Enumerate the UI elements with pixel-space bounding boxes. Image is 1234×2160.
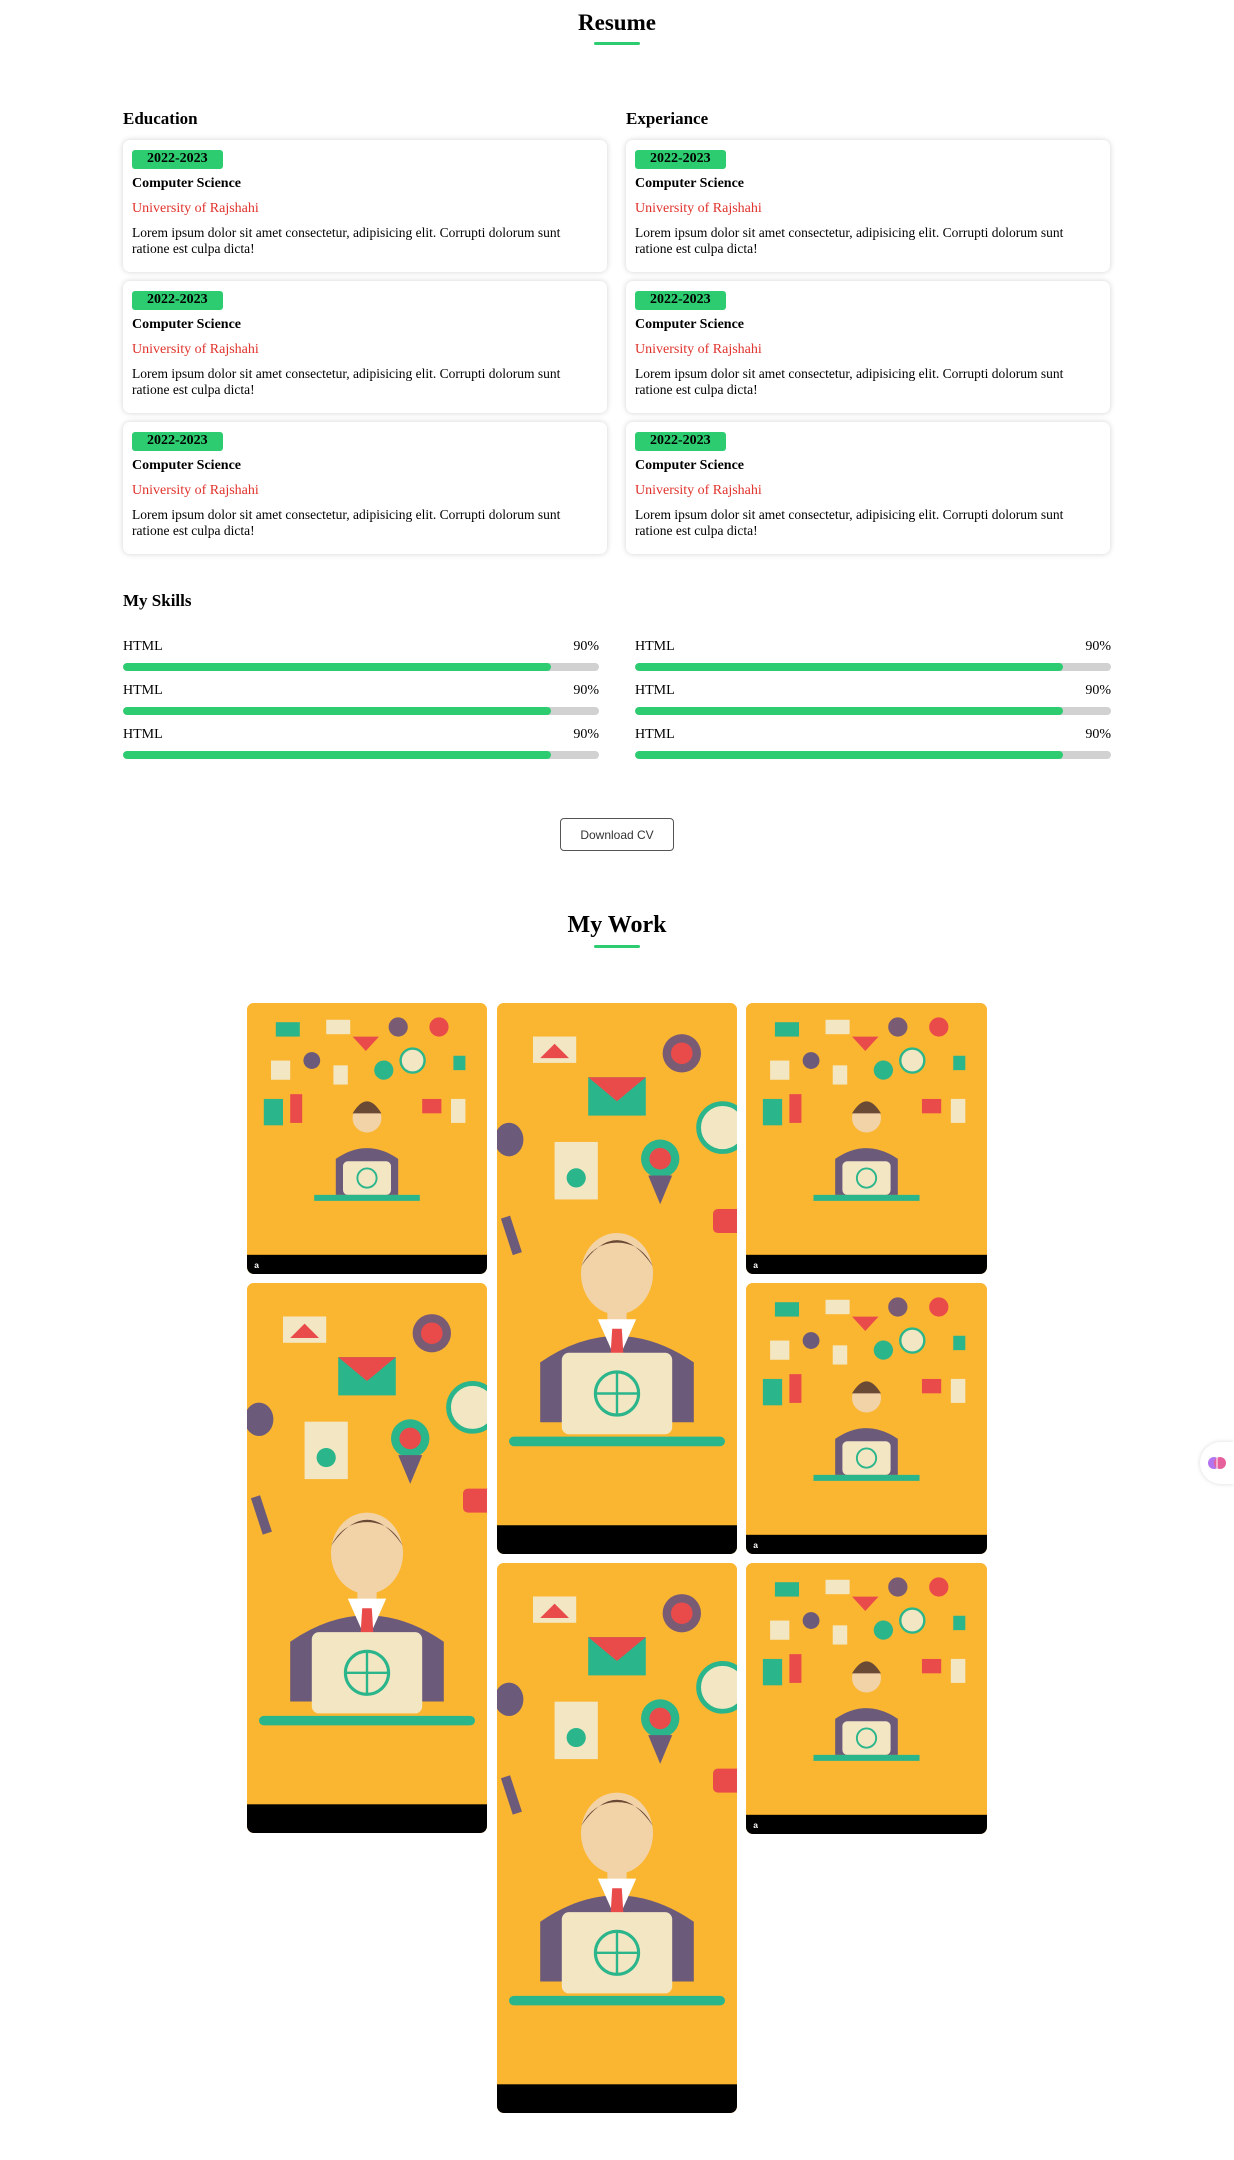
work-image[interactable] — [247, 1283, 487, 1833]
year-badge: 2022-2023 — [635, 150, 726, 169]
brain-icon — [1208, 1457, 1226, 1469]
skill-progress-fill — [635, 751, 1064, 759]
work-title: My Work — [567, 912, 667, 938]
skill-name: HTML — [123, 639, 163, 654]
work-image[interactable] — [497, 1563, 737, 2113]
education-card: 2022-2023 Computer Science University of… — [123, 422, 607, 554]
course-title: Computer Science — [635, 458, 744, 473]
skill-progress-fill — [123, 663, 552, 671]
businessman-illustration — [497, 1003, 737, 1554]
experience-card: 2022-2023 Computer Science University of… — [626, 281, 1110, 413]
skill-item: HTML 90% — [635, 639, 1111, 671]
skill-progress-track — [635, 707, 1111, 715]
resume-heading: Resume — [0, 10, 1234, 45]
skills-title: My Skills — [123, 591, 192, 610]
skill-percent: 90% — [1085, 727, 1111, 742]
skill-item: HTML 90% — [123, 727, 599, 759]
title-underline — [594, 945, 640, 948]
businessman-illustration — [746, 1283, 987, 1554]
university-name: University of Rajshahi — [635, 201, 762, 216]
course-title: Computer Science — [132, 317, 241, 332]
work-heading: My Work — [0, 912, 1234, 948]
skill-name: HTML — [123, 683, 163, 698]
skill-percent: 90% — [1085, 639, 1111, 654]
skill-percent: 90% — [573, 727, 599, 742]
experience-card: 2022-2023 Computer Science University of… — [626, 140, 1110, 272]
skill-name: HTML — [635, 683, 675, 698]
businessman-illustration — [746, 1563, 987, 1834]
download-cv-button[interactable]: Download CV — [560, 818, 674, 851]
resume-title: Resume — [578, 10, 656, 35]
university-name: University of Rajshahi — [132, 483, 259, 498]
card-description: Lorem ipsum dolor sit amet consectetur, … — [132, 225, 561, 256]
university-name: University of Rajshahi — [132, 201, 259, 216]
skill-item: HTML 90% — [635, 683, 1111, 715]
card-description: Lorem ipsum dolor sit amet consectetur, … — [132, 507, 561, 538]
skill-percent: 90% — [1085, 683, 1111, 698]
course-title: Computer Science — [132, 176, 241, 191]
businessman-illustration — [746, 1003, 987, 1274]
skill-progress-fill — [635, 663, 1064, 671]
course-title: Computer Science — [635, 317, 744, 332]
year-badge: 2022-2023 — [132, 150, 223, 169]
floating-widget[interactable] — [1200, 1442, 1234, 1484]
course-title: Computer Science — [635, 176, 744, 191]
course-title: Computer Science — [132, 458, 241, 473]
skill-progress-track — [123, 751, 599, 759]
skill-item: HTML 90% — [635, 727, 1111, 759]
year-badge: 2022-2023 — [635, 291, 726, 310]
education-card: 2022-2023 Computer Science University of… — [123, 281, 607, 413]
skill-progress-track — [635, 751, 1111, 759]
card-description: Lorem ipsum dolor sit amet consectetur, … — [635, 225, 1064, 256]
card-description: Lorem ipsum dolor sit amet consectetur, … — [132, 366, 561, 397]
education-card: 2022-2023 Computer Science University of… — [123, 140, 607, 272]
skill-name: HTML — [635, 639, 675, 654]
education-title: Education — [123, 109, 198, 128]
experience-card: 2022-2023 Computer Science University of… — [626, 422, 1110, 554]
card-description: Lorem ipsum dolor sit amet consectetur, … — [635, 366, 1064, 397]
skill-percent: 90% — [573, 683, 599, 698]
skill-name: HTML — [635, 727, 675, 742]
university-name: University of Rajshahi — [132, 342, 259, 357]
card-description: Lorem ipsum dolor sit amet consectetur, … — [635, 507, 1064, 538]
work-image[interactable] — [497, 1003, 737, 1554]
businessman-illustration — [247, 1003, 487, 1274]
work-image[interactable] — [247, 1003, 487, 1274]
skill-name: HTML — [123, 727, 163, 742]
skill-progress-fill — [123, 707, 552, 715]
work-image[interactable] — [746, 1003, 987, 1274]
skill-progress-fill — [123, 751, 552, 759]
skill-item: HTML 90% — [123, 639, 599, 671]
skill-progress-fill — [635, 707, 1064, 715]
university-name: University of Rajshahi — [635, 483, 762, 498]
experience-title: Experiance — [626, 109, 709, 128]
year-badge: 2022-2023 — [132, 432, 223, 451]
skill-percent: 90% — [573, 639, 599, 654]
skill-progress-track — [635, 663, 1111, 671]
work-image[interactable] — [746, 1563, 987, 1834]
year-badge: 2022-2023 — [132, 291, 223, 310]
university-name: University of Rajshahi — [635, 342, 762, 357]
businessman-illustration — [497, 1563, 737, 2113]
title-underline — [594, 42, 640, 45]
skill-progress-track — [123, 707, 599, 715]
skill-progress-track — [123, 663, 599, 671]
businessman-illustration — [247, 1283, 487, 1833]
skill-item: HTML 90% — [123, 683, 599, 715]
year-badge: 2022-2023 — [635, 432, 726, 451]
work-image[interactable] — [746, 1283, 987, 1554]
